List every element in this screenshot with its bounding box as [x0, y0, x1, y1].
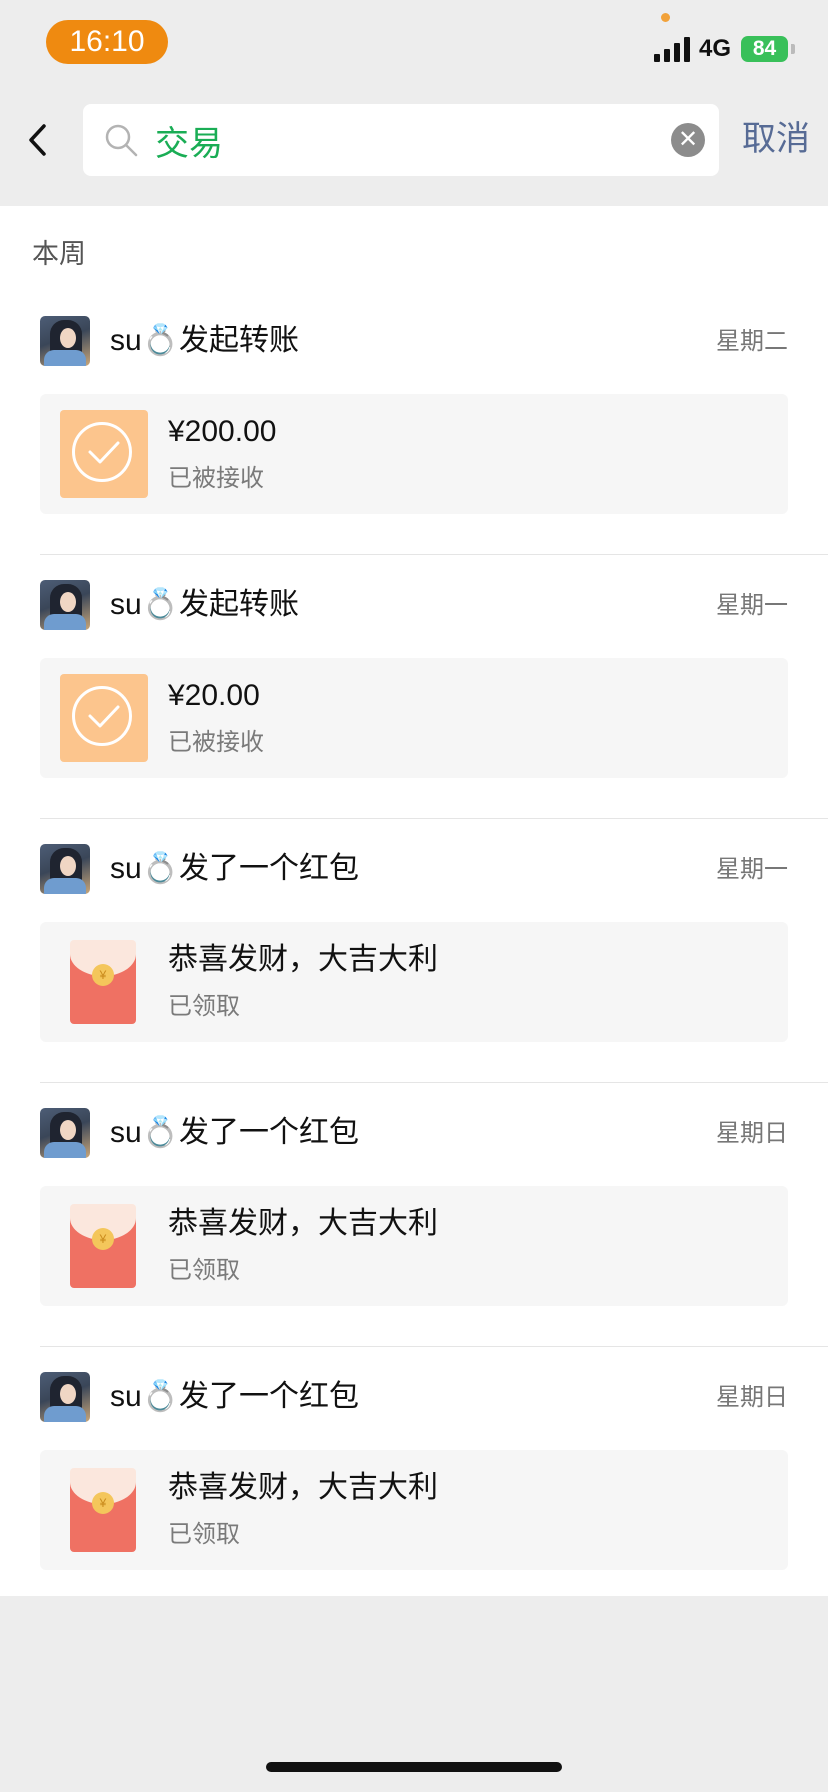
section-title: 本周: [32, 239, 86, 269]
red-packet-greeting: 恭喜发财，大吉大利: [168, 1471, 438, 1504]
search-icon: [103, 122, 139, 158]
entry-title: su💍发了一个红包: [110, 852, 360, 885]
entry-date: 星期一: [716, 592, 788, 619]
transfer-status: 已被接收: [168, 465, 264, 492]
avatar[interactable]: [40, 580, 90, 630]
red-packet-greeting: 恭喜发财，大吉大利: [168, 1207, 438, 1240]
signal-icon: [654, 36, 690, 62]
battery-cap: [791, 44, 795, 54]
chevron-left-icon[interactable]: [20, 120, 60, 160]
transfer-amount: ¥20.00: [168, 679, 260, 712]
red-packet-card[interactable]: ¥ 恭喜发财，大吉大利 已领取: [40, 922, 788, 1042]
check-circle-icon: [60, 410, 148, 498]
privacy-indicator-dot: [661, 13, 670, 22]
entry-title: su💍发起转账: [110, 588, 300, 621]
check-circle-icon: [60, 674, 148, 762]
red-packet-icon: ¥: [70, 1468, 136, 1552]
red-packet-status: 已领取: [168, 1521, 240, 1548]
red-packet-card[interactable]: ¥ 恭喜发财，大吉大利 已领取: [40, 1450, 788, 1570]
cancel-button[interactable]: 取消: [742, 114, 810, 164]
divider: [40, 818, 828, 819]
list-item: su💍发了一个红包 星期一 ¥ 恭喜发财，大吉大利 已领取: [0, 824, 828, 1088]
avatar[interactable]: [40, 1108, 90, 1158]
status-time: 16:10: [46, 20, 168, 64]
divider: [40, 1346, 828, 1347]
entry-title: su💍发了一个红包: [110, 1380, 360, 1413]
home-indicator[interactable]: [266, 1762, 562, 1772]
entry-date: 星期二: [716, 328, 788, 355]
battery-level: 84: [752, 37, 777, 60]
clear-icon[interactable]: ✕: [671, 123, 705, 157]
battery-icon: 84: [741, 36, 788, 62]
entry-date: 星期日: [716, 1120, 788, 1147]
divider: [40, 1082, 828, 1083]
avatar[interactable]: [40, 844, 90, 894]
transfer-card[interactable]: ¥200.00 已被接收: [40, 394, 788, 514]
red-packet-icon: ¥: [70, 1204, 136, 1288]
red-packet-card[interactable]: ¥ 恭喜发财，大吉大利 已领取: [40, 1186, 788, 1306]
transfer-amount: ¥200.00: [168, 415, 277, 448]
list-item: su💍发了一个红包 星期日 ¥ 恭喜发财，大吉大利 已领取: [0, 1088, 828, 1352]
red-packet-greeting: 恭喜发财，大吉大利: [168, 943, 438, 976]
search-box[interactable]: ✕: [83, 104, 719, 176]
status-bar: 16:10 4G 84: [0, 0, 828, 88]
search-input[interactable]: [155, 116, 635, 164]
results-panel: 本周 su💍发起转账 星期二 ¥200.00 已被接收 su💍发起转账 星期一: [0, 206, 828, 1596]
list-item: su💍发了一个红包 星期日 ¥ 恭喜发财，大吉大利 已领取: [0, 1352, 828, 1616]
entry-title: su💍发起转账: [110, 324, 300, 357]
entry-date: 星期一: [716, 856, 788, 883]
red-packet-status: 已领取: [168, 1257, 240, 1284]
list-item: su💍发起转账 星期二 ¥200.00 已被接收: [0, 296, 828, 560]
transfer-status: 已被接收: [168, 729, 264, 756]
entry-title: su💍发了一个红包: [110, 1116, 360, 1149]
transfer-card[interactable]: ¥20.00 已被接收: [40, 658, 788, 778]
red-packet-status: 已领取: [168, 993, 240, 1020]
network-label: 4G: [699, 35, 732, 62]
list-item: su💍发起转账 星期一 ¥20.00 已被接收: [0, 560, 828, 824]
entry-date: 星期日: [716, 1384, 788, 1411]
red-packet-icon: ¥: [70, 940, 136, 1024]
divider: [40, 554, 828, 555]
avatar[interactable]: [40, 316, 90, 366]
avatar[interactable]: [40, 1372, 90, 1422]
